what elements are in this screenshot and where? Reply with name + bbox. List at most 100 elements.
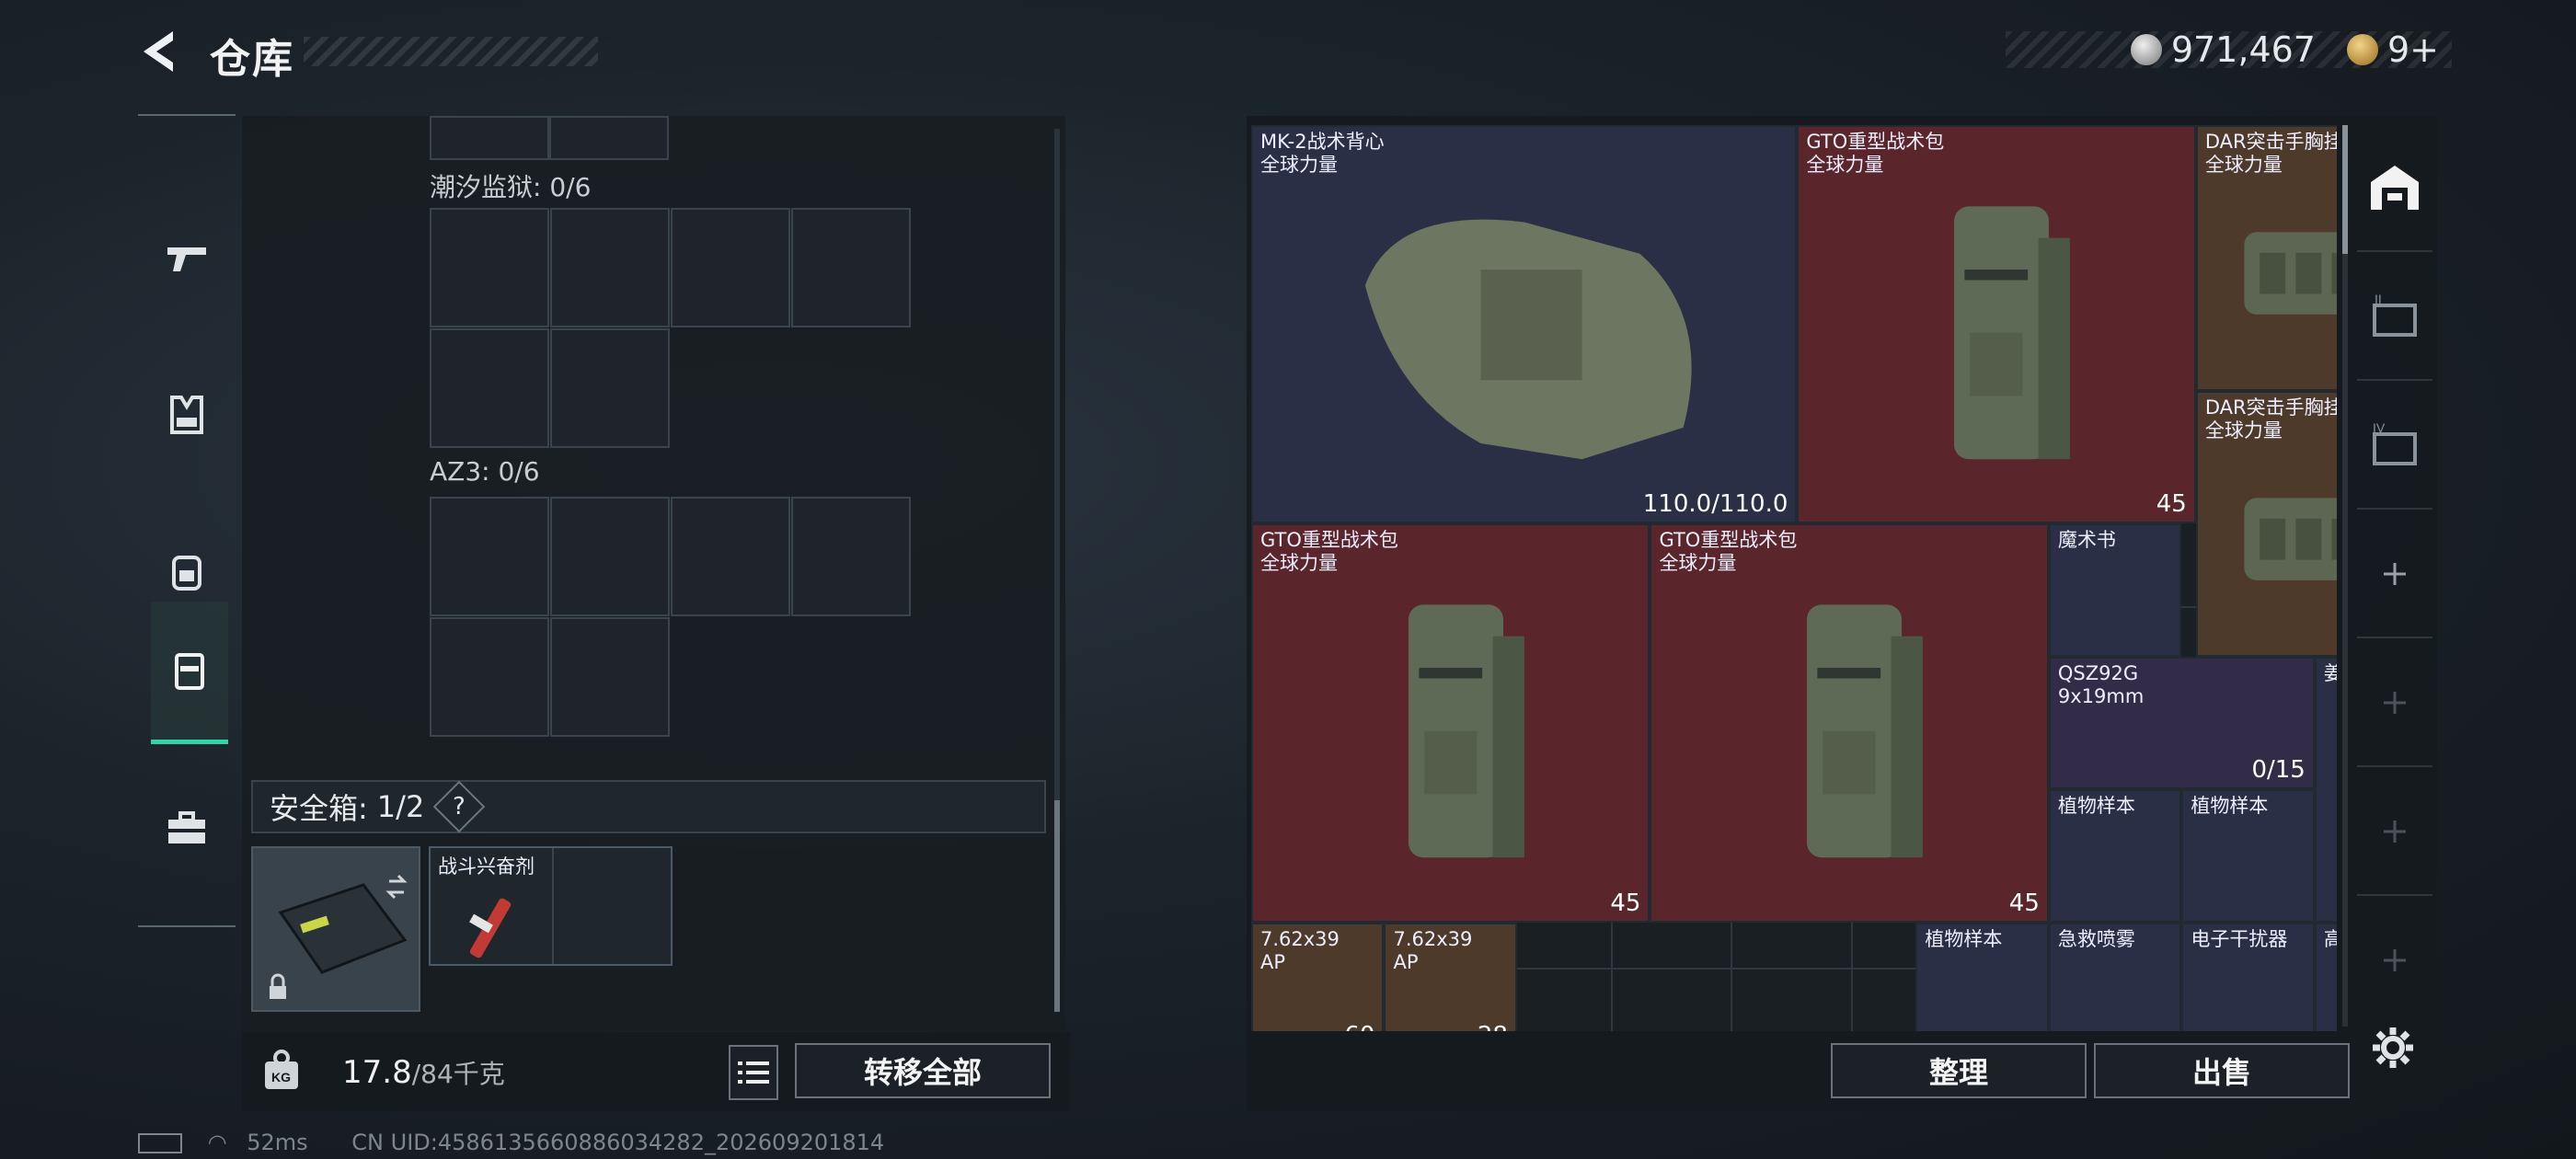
- item-name: 植物样本: [2191, 795, 2268, 818]
- item-name: 电子干扰器: [2191, 928, 2287, 951]
- item-title: DAR突击手胸挂: [2204, 131, 2337, 153]
- bag-image: [1838, 175, 2155, 491]
- grid-cell[interactable]: [550, 328, 670, 448]
- stash-item-ammo1[interactable]: 7.62x39AP 60: [1251, 922, 1385, 1031]
- item-title: 高级燃料: [2324, 928, 2337, 951]
- battery-icon: [138, 1133, 182, 1153]
- stash-item-gto1[interactable]: GTO重型战术包 全球力量 45: [1797, 125, 2196, 524]
- stash-item-vest[interactable]: MK-2战术背心 全球力量 110.0/110.0: [1251, 125, 1798, 524]
- stash-item-jammer[interactable]: 电子干扰器: [2181, 922, 2315, 1031]
- stash-item-ammo2[interactable]: 7.62x39AP 28: [1384, 922, 1517, 1031]
- item-name: 高级燃料: [2324, 928, 2337, 951]
- item-name: 姜饼人: [2324, 662, 2337, 685]
- stash-item-plant3[interactable]: 植物样本: [1915, 922, 2049, 1031]
- gun-icon: [167, 247, 206, 271]
- item-subtitle: 全球力量: [2204, 419, 2283, 442]
- stash-item-dar2[interactable]: DAR突击手胸挂全球力量24: [2195, 390, 2337, 657]
- safebox-bar: 安全箱: 1/2 ?: [251, 780, 1046, 833]
- item-count: 110.0/110.0: [1642, 490, 1788, 519]
- safebox-image: [270, 874, 408, 999]
- item-count: 60: [1344, 1022, 1374, 1031]
- left-scroll-thumb[interactable]: [1054, 800, 1060, 1012]
- settings-gear-icon[interactable]: [2370, 1025, 2416, 1071]
- sell-button[interactable]: 出售: [2094, 1043, 2350, 1098]
- dar-image: [2224, 424, 2337, 634]
- grid-cell[interactable]: [430, 328, 549, 448]
- weight-icon: KG: [265, 1050, 298, 1089]
- grid-cell[interactable]: [430, 208, 549, 327]
- grid-cell[interactable]: [550, 617, 670, 737]
- section-label-tide-prison: 潮汐监狱: 0/6: [430, 172, 592, 202]
- grid-cell[interactable]: [550, 208, 670, 327]
- item-count: 45: [2156, 490, 2187, 519]
- stash-item-book[interactable]: 魔术书: [2048, 523, 2182, 657]
- list-view-button[interactable]: [729, 1045, 778, 1100]
- stash-scrollbar[interactable]: [2342, 125, 2348, 1027]
- stash-cell[interactable]: [1611, 969, 1732, 1031]
- stash-page-tabs: II IV: [2357, 125, 2432, 1027]
- stash-item-fuel1[interactable]: 高级燃料: [2314, 922, 2337, 1031]
- stash-item-gto2[interactable]: GTO重型战术包 全球力量 45: [1251, 523, 1650, 923]
- stash-scroll-thumb[interactable]: [2342, 125, 2348, 254]
- wifi-icon: ◠: [207, 1130, 227, 1155]
- grid-cell: [430, 116, 549, 160]
- weight-readout: 17.8/84千克: [342, 1054, 505, 1091]
- item-name: GTO重型战术包 全球力量: [1806, 131, 1944, 177]
- container-icon: [175, 653, 204, 690]
- bag-image: [1293, 573, 1609, 889]
- stash-tab-4[interactable]: IV: [2357, 383, 2432, 510]
- grid-cell[interactable]: [550, 497, 670, 616]
- item-subtitle: 全球力量: [1260, 154, 1338, 176]
- stash-item-ginger[interactable]: 姜饼人: [2314, 656, 2337, 923]
- grid-cell[interactable]: [671, 497, 790, 616]
- stash-tab-locked[interactable]: [2357, 640, 2432, 767]
- stash-tab-2[interactable]: II: [2357, 254, 2432, 381]
- item-title: GTO重型战术包: [1659, 529, 1798, 552]
- stash-item-spray[interactable]: 急救喷雾: [2048, 922, 2182, 1031]
- item-title: MK-2战术背心: [1260, 131, 1385, 153]
- category-case[interactable]: [138, 760, 236, 898]
- help-button[interactable]: ?: [433, 780, 486, 833]
- item-name: 魔术书: [2058, 529, 2116, 552]
- warehouse-icon: [2371, 166, 2419, 210]
- grid-cell[interactable]: [430, 617, 549, 737]
- stash-tab-locked[interactable]: [2357, 898, 2432, 1023]
- stim-item[interactable]: 战斗兴奋剂: [429, 846, 673, 966]
- item-count: 45: [2008, 889, 2040, 917]
- stash-item-plant1[interactable]: 植物样本: [2048, 789, 2182, 923]
- plus-icon: [2384, 949, 2406, 971]
- stash-item-dar1[interactable]: DAR突击手胸挂全球力量24: [2195, 125, 2337, 391]
- stash-tab-locked[interactable]: [2357, 769, 2432, 896]
- transfer-all-button[interactable]: 转移全部: [795, 1043, 1051, 1098]
- stash-tab-main[interactable]: [2357, 125, 2432, 252]
- stash-tab-add[interactable]: [2357, 511, 2432, 638]
- stash-item-gto3[interactable]: GTO重型战术包 全球力量 45: [1650, 523, 2049, 923]
- stash-item-plant2[interactable]: 植物样本: [2181, 789, 2315, 923]
- category-container[interactable]: [151, 602, 228, 744]
- grid-cell[interactable]: [430, 497, 549, 616]
- category-weapon[interactable]: [138, 189, 236, 327]
- briefcase-icon: [168, 811, 205, 843]
- plus-icon: [2384, 820, 2406, 843]
- back-arrow-icon[interactable]: [136, 28, 184, 75]
- grid-cell[interactable]: [671, 208, 790, 327]
- bag-image: [1691, 573, 2007, 889]
- stash-item-pistol[interactable]: QSZ92G 9x19mm 0/15: [2048, 656, 2315, 790]
- title-decoration: [304, 37, 598, 66]
- item-subtitle: 全球力量: [2204, 154, 2283, 176]
- category-vest[interactable]: [138, 346, 236, 484]
- item-subtitle: 全球力量: [1806, 154, 1884, 176]
- sort-button[interactable]: 整理: [1831, 1043, 2087, 1098]
- premium-amount: 9+: [2386, 29, 2439, 70]
- safebox-case[interactable]: [251, 846, 420, 1012]
- grid-cell[interactable]: [791, 497, 911, 616]
- plus-icon: [2384, 563, 2406, 585]
- item-subtitle: 全球力量: [1659, 552, 1737, 575]
- item-title: QSZ92G: [2057, 661, 2139, 684]
- item-title: 植物样本: [1925, 927, 2003, 950]
- grid-cell[interactable]: [791, 208, 911, 327]
- stash-cell[interactable]: [1731, 969, 1852, 1031]
- item-count: 45: [1610, 889, 1641, 917]
- item-name: 7.62x39 AP: [1260, 928, 1340, 974]
- currency-bar: 971,467 9+: [2006, 29, 2452, 70]
